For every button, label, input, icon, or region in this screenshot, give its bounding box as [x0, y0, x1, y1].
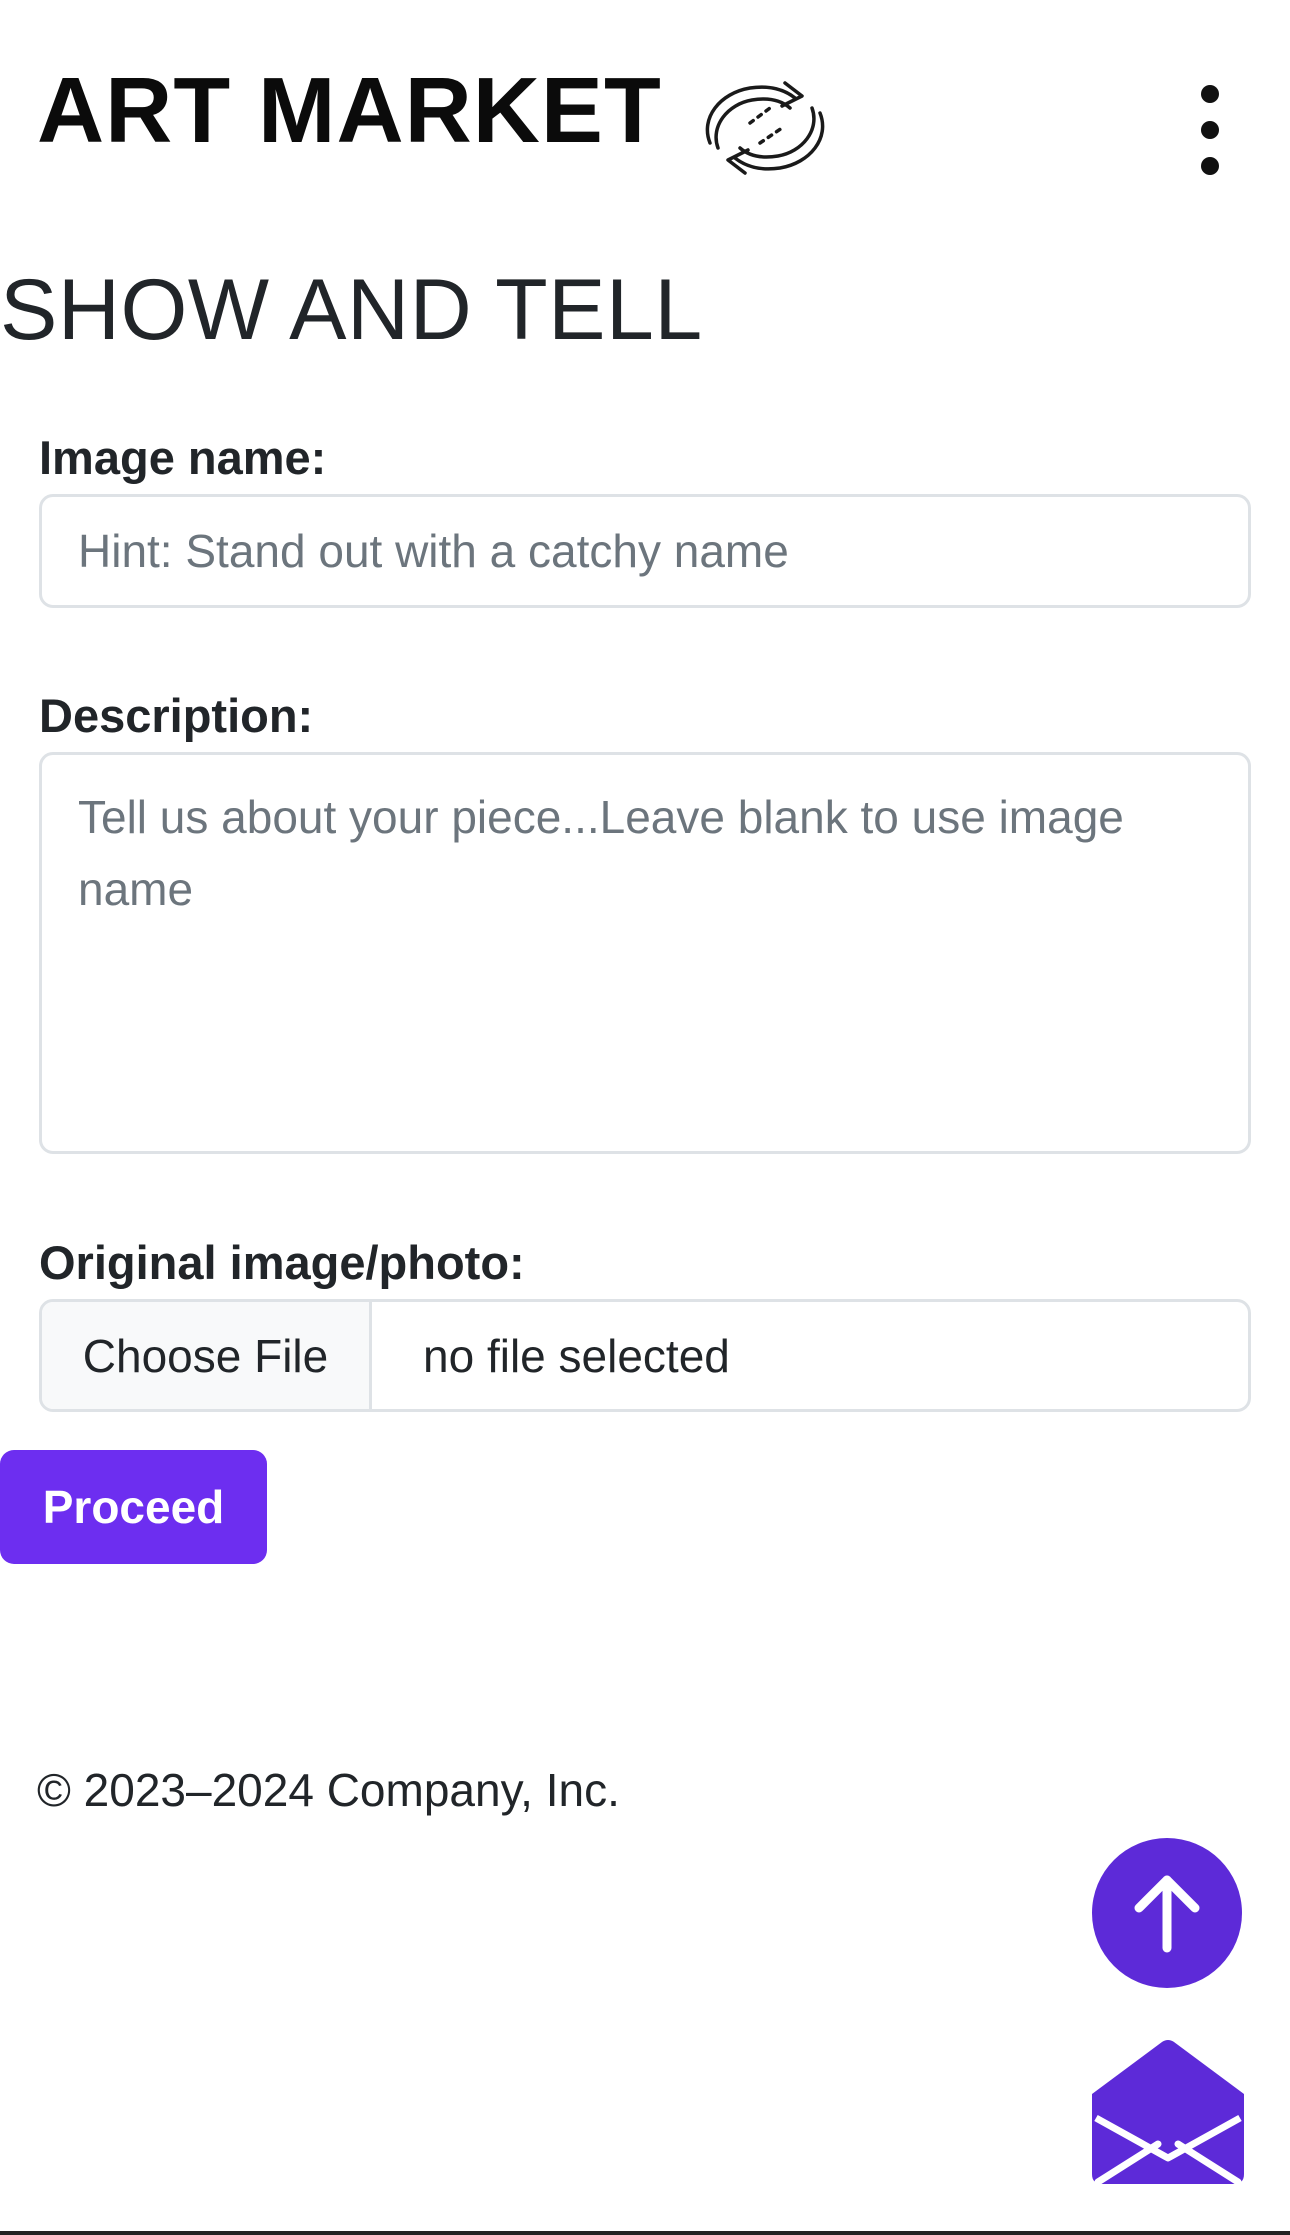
image-name-label: Image name:	[39, 431, 327, 484]
description-textarea[interactable]	[39, 752, 1251, 1154]
rotate-arrows-icon[interactable]	[690, 48, 840, 208]
menu-dot	[1201, 157, 1219, 175]
arrow-up-icon	[1134, 1875, 1200, 1953]
envelope-open-icon[interactable]	[1092, 2036, 1244, 2186]
proceed-button[interactable]: Proceed	[0, 1450, 267, 1564]
scroll-to-top-button[interactable]	[1092, 1838, 1242, 1988]
kebab-menu-icon[interactable]	[1180, 85, 1240, 175]
brand-title[interactable]: ART MARKET	[37, 55, 662, 165]
page: ART MARKET SHOW AND TELL Image name: Des…	[0, 0, 1290, 2235]
file-status: no file selected	[423, 1329, 730, 1382]
choose-file-button[interactable]: Choose File	[42, 1302, 372, 1409]
menu-dot	[1201, 85, 1219, 103]
footer-copyright: © 2023–2024 Company, Inc.	[37, 1764, 620, 1816]
menu-dot	[1201, 121, 1219, 139]
bottom-divider	[0, 2231, 1290, 2235]
original-image-label: Original image/photo:	[39, 1236, 525, 1289]
file-input[interactable]: Choose File no file selected	[39, 1299, 1251, 1412]
page-title: SHOW AND TELL	[0, 262, 703, 358]
description-label: Description:	[39, 689, 314, 742]
image-name-input[interactable]	[39, 494, 1251, 608]
